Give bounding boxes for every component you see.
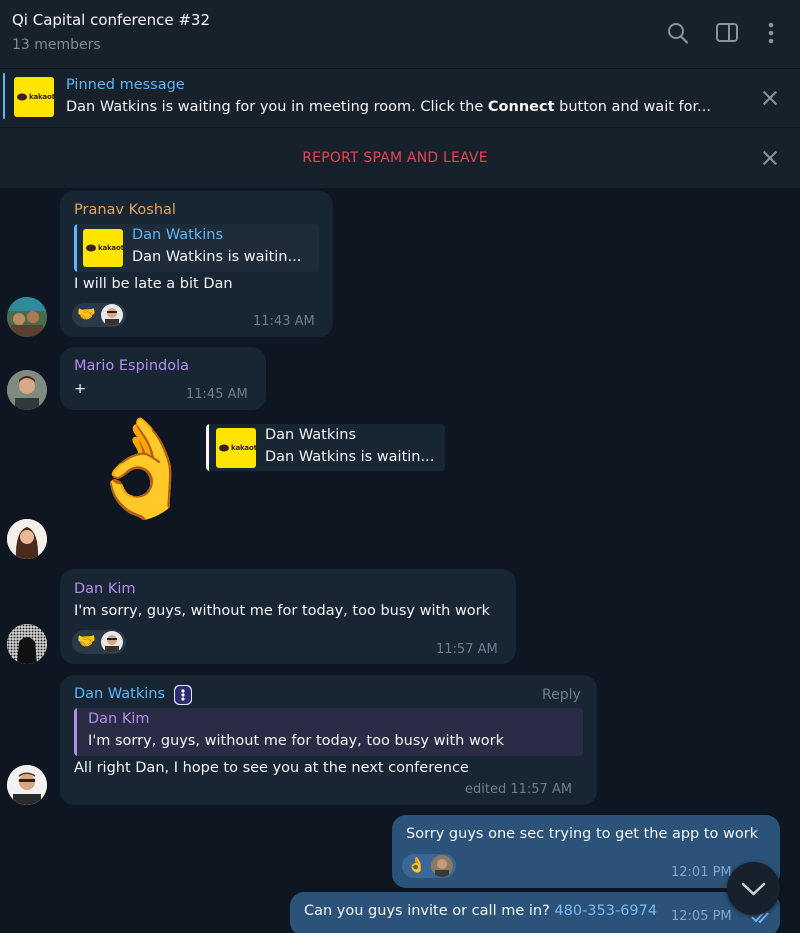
message-text: I will be late a bit Dan — [74, 276, 233, 292]
message-time: 11:57 AM — [436, 642, 498, 657]
message-time: edited 11:57 AM — [465, 782, 573, 797]
message-text: + — [74, 381, 87, 397]
message-bubble[interactable]: Pranav Koshal kakaotal Dan Watkins Dan W… — [60, 191, 333, 337]
message-bubble[interactable]: Dan Watkins Reply Dan Kim I'm sorry, guy… — [60, 675, 597, 805]
pinned-text: Dan Watkins is waiting for you in meetin… — [66, 99, 711, 115]
chevron-down-icon — [741, 882, 766, 896]
pinned-message-bar[interactable]: kakaotal Pinned message Dan Watkins is w… — [0, 69, 800, 127]
message-time: 11:45 AM — [186, 387, 248, 402]
message-time: 11:43 AM — [253, 314, 315, 329]
message-bubble-outgoing[interactable]: Sorry guys one sec trying to get the app… — [392, 815, 780, 888]
report-spam-button[interactable]: REPORT SPAM AND LEAVE — [0, 150, 790, 166]
quote-text: Dan Watkins is waitin... — [132, 249, 302, 265]
phone-link[interactable]: 480-353-6974 — [554, 903, 657, 919]
reactor-avatar — [101, 631, 123, 653]
sender-name[interactable]: Dan Kim — [74, 581, 136, 597]
admin-badge-icon — [174, 685, 192, 705]
avatar[interactable] — [7, 370, 47, 410]
sender-name[interactable]: Pranav Koshal — [74, 202, 176, 218]
reaction-chip[interactable]: 🤝 — [72, 303, 126, 327]
message-text: Sorry guys one sec trying to get the app… — [406, 826, 759, 842]
quote-thumbnail: kakaotal — [83, 229, 123, 267]
handshake-icon: 🤝 — [77, 305, 96, 323]
report-spam-bar: REPORT SPAM AND LEAVE — [0, 128, 800, 188]
message-text: I'm sorry, guys, without me for today, t… — [74, 603, 491, 619]
message-bubble[interactable]: Dan Kim I'm sorry, guys, without me for … — [60, 569, 516, 664]
message-time: 12:01 PM — [671, 865, 732, 880]
quote-text: I'm sorry, guys, without me for today, t… — [88, 733, 505, 749]
reaction-chip[interactable]: 🤝 — [72, 630, 126, 654]
message-text: All right Dan, I hope to see you at the … — [74, 760, 469, 776]
pinned-accent-bar — [3, 73, 5, 119]
reply-quote[interactable]: kakaotal Dan Watkins Dan Watkins is wait… — [74, 224, 319, 272]
sender-name[interactable]: Dan Watkins — [74, 686, 165, 702]
pinned-label: Pinned message — [66, 77, 185, 93]
member-count[interactable]: 13 members — [12, 37, 101, 53]
close-spam-bar-icon[interactable] — [761, 149, 779, 167]
avatar[interactable] — [7, 297, 47, 337]
sender-name[interactable]: Mario Espindola — [74, 358, 189, 374]
reactor-avatar — [431, 855, 453, 877]
message-text: Can you guys invite or call me in? 480-3… — [304, 903, 658, 919]
avatar[interactable] — [7, 519, 47, 559]
scroll-to-bottom-button[interactable] — [727, 862, 780, 915]
ok-hand-sticker[interactable]: 👌 — [82, 420, 202, 516]
pinned-thumbnail: kakaotal — [14, 77, 54, 117]
quote-author: Dan Watkins — [265, 427, 357, 443]
reply-quote[interactable]: Dan Kim I'm sorry, guys, without me for … — [74, 708, 583, 756]
more-vertical-icon[interactable] — [759, 20, 783, 46]
reply-button[interactable]: Reply — [542, 687, 581, 703]
quote-text: Dan Watkins is waitin... — [265, 449, 435, 465]
quote-author: Dan Kim — [88, 711, 150, 727]
sidebar-toggle-icon[interactable] — [715, 20, 739, 46]
chat-header: Qi Capital conference #32 13 members — [0, 0, 800, 68]
reactor-avatar — [101, 304, 123, 326]
message-time: 12:05 PM — [671, 909, 732, 924]
message-bubble[interactable]: Mario Espindola + 11:45 AM — [60, 347, 266, 410]
avatar[interactable] — [7, 765, 47, 805]
quote-thumbnail: kakaotal — [216, 428, 256, 468]
message-bubble-outgoing[interactable]: Can you guys invite or call me in? 480-3… — [290, 892, 780, 933]
handshake-icon: 🤝 — [77, 632, 96, 650]
quote-author: Dan Watkins — [132, 227, 224, 243]
avatar[interactable] — [7, 624, 47, 664]
close-pinned-icon[interactable] — [761, 89, 779, 107]
search-icon[interactable] — [666, 20, 690, 46]
reaction-chip[interactable]: 👌 — [402, 854, 456, 878]
ok-hand-icon: 👌 — [407, 856, 426, 874]
reply-quote[interactable]: kakaotal Dan Watkins Dan Watkins is wait… — [206, 424, 445, 471]
chat-title[interactable]: Qi Capital conference #32 — [12, 11, 210, 29]
